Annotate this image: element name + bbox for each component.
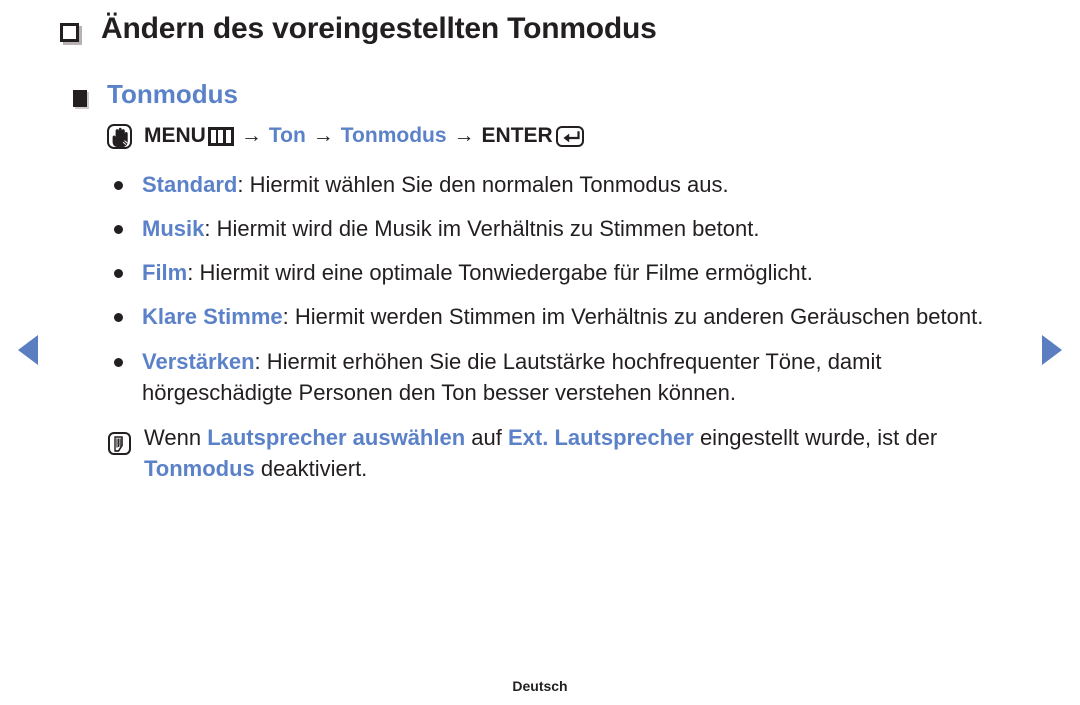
- option-term: Standard: [142, 171, 238, 197]
- option-separator: :: [237, 171, 250, 197]
- option-separator: :: [204, 215, 217, 241]
- sound-mode-option-list: Standard: Hiermit wählen Sie den normale…: [60, 169, 1040, 408]
- bullet-dot-icon: [114, 269, 123, 279]
- note-pencil-icon: [108, 432, 131, 456]
- list-item: Klare Stimme: Hiermit werden Stimmen im …: [60, 301, 1040, 332]
- option-description: Hiermit wählen Sie den normalen Tonmodus…: [249, 171, 729, 197]
- path-arrow-3: →: [453, 124, 475, 148]
- menu-path-step-ton[interactable]: Ton: [269, 124, 306, 148]
- menu-path-breadcrumb: MENU → Ton → Tonmodus → ENTER: [107, 123, 1040, 149]
- next-page-arrow-icon[interactable]: [1042, 335, 1062, 365]
- note-term-speaker-select: Lautsprecher auswählen: [207, 425, 466, 451]
- bullet-dot-icon: [114, 180, 123, 190]
- option-separator: :: [254, 348, 267, 374]
- enter-label: ENTER: [481, 124, 553, 148]
- menu-label: MENU: [144, 124, 206, 148]
- note-term-ext-speaker: Ext. Lautsprecher: [507, 425, 694, 451]
- note-text: Wenn Lautsprecher auswählen auf Ext. Lau…: [144, 422, 1024, 484]
- list-item-text: Film: Hiermit wird eine optimale Tonwied…: [142, 257, 813, 288]
- footer-language-label: Deutsch: [512, 678, 568, 694]
- option-separator: :: [282, 304, 295, 330]
- option-separator: :: [187, 260, 200, 286]
- option-term: Klare Stimme: [142, 304, 283, 330]
- path-arrow-2: →: [312, 124, 334, 148]
- page-title-row: Ändern des voreingestellten Tonmodus: [60, 10, 1040, 48]
- bullet-dot-icon: [114, 224, 123, 234]
- enter-key-icon: [555, 125, 584, 147]
- option-description: Hiermit wird die Musik im Verhältnis zu …: [216, 215, 760, 241]
- path-arrow-1: →: [240, 124, 262, 148]
- hand-touch-icon: [107, 123, 132, 149]
- section-title-row: Tonmodus: [60, 79, 1040, 110]
- note-term-tonmodus: Tonmodus: [144, 456, 255, 482]
- list-item: Standard: Hiermit wählen Sie den normale…: [60, 169, 1040, 200]
- list-item-text: Verstärken: Hiermit erhöhen Sie die Laut…: [142, 346, 1032, 408]
- list-item-text: Klare Stimme: Hiermit werden Stimmen im …: [142, 301, 983, 332]
- list-item-text: Musik: Hiermit wird die Musik im Verhält…: [142, 213, 759, 244]
- option-description: Hiermit werden Stimmen im Verhältnis zu …: [294, 304, 984, 330]
- bullet-dot-icon: [114, 313, 123, 323]
- hollow-square-bullet-icon: [60, 23, 79, 42]
- manual-page: Ändern des voreingestellten Tonmodus Ton…: [0, 0, 1080, 705]
- list-item: Film: Hiermit wird eine optimale Tonwied…: [60, 257, 1040, 288]
- section-title: Tonmodus: [107, 78, 238, 109]
- option-term: Verstärken: [142, 348, 255, 374]
- prev-page-arrow-icon[interactable]: [18, 335, 38, 365]
- content-column: Ändern des voreingestellten Tonmodus Ton…: [60, 0, 1040, 485]
- option-description: Hiermit wird eine optimale Tonwiedergabe…: [199, 260, 813, 286]
- option-term: Film: [142, 260, 188, 286]
- list-item: Verstärken: Hiermit erhöhen Sie die Laut…: [60, 346, 1040, 408]
- filled-square-bullet-icon: [73, 89, 87, 107]
- page-title: Ändern des voreingestellten Tonmodus: [101, 12, 657, 45]
- note-block: Wenn Lautsprecher auswählen auf Ext. Lau…: [60, 422, 1040, 484]
- menu-path-step-tonmodus[interactable]: Tonmodus: [341, 124, 447, 148]
- note-part-2: auf: [465, 425, 508, 451]
- list-item: Musik: Hiermit wird die Musik im Verhält…: [60, 213, 1040, 244]
- option-term: Musik: [142, 215, 205, 241]
- note-part-4: deaktiviert.: [254, 456, 368, 482]
- menu-grid-icon: [207, 126, 234, 146]
- list-item-text: Standard: Hiermit wählen Sie den normale…: [142, 169, 729, 200]
- note-part-3: eingestellt wurde, ist der: [693, 425, 938, 451]
- note-part-1: Wenn: [144, 425, 208, 451]
- bullet-dot-icon: [114, 357, 123, 367]
